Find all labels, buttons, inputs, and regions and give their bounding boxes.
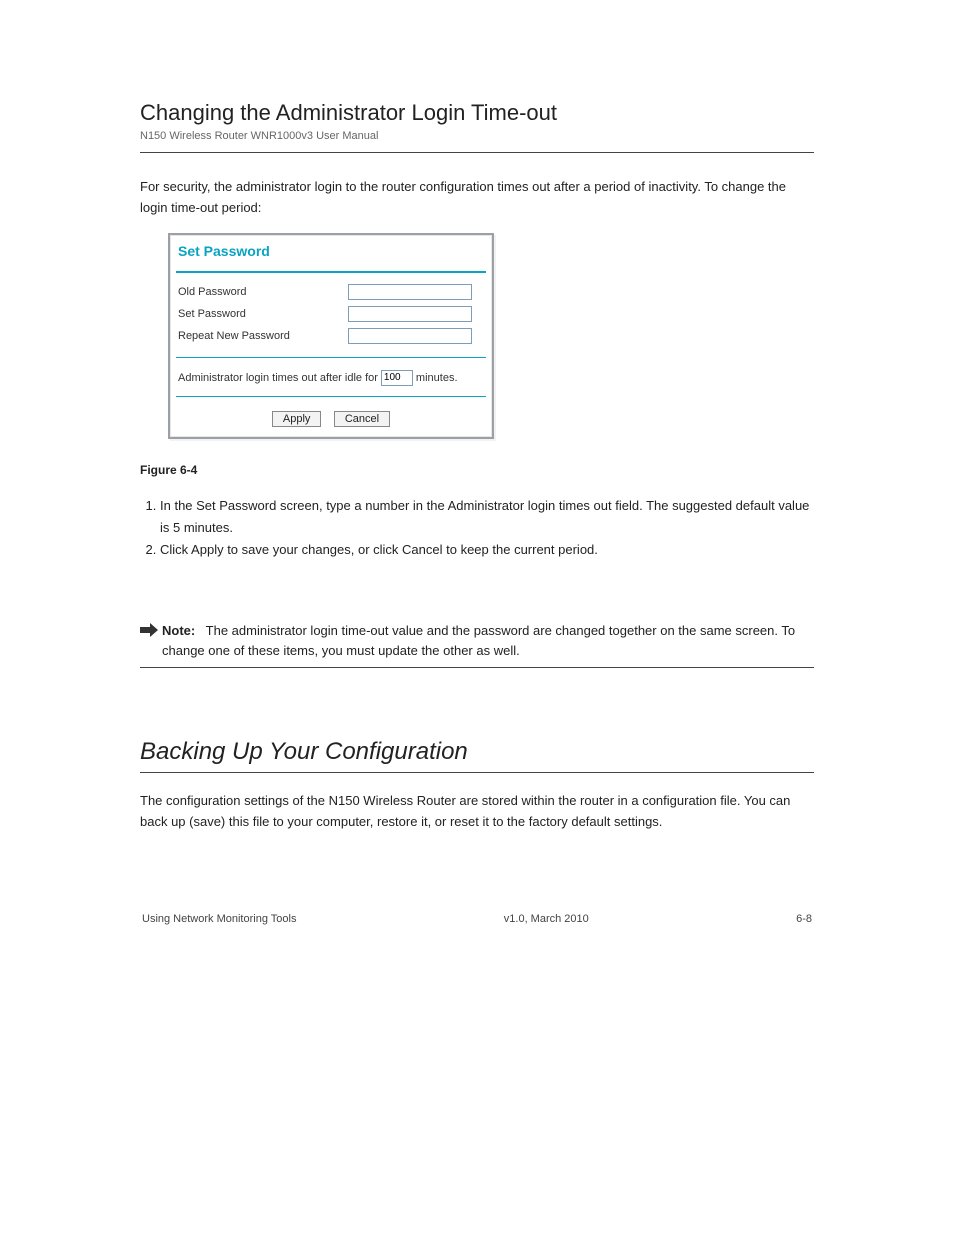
panel-title: Set Password — [176, 241, 486, 271]
set-password-label: Set Password — [178, 308, 348, 320]
repeat-password-input[interactable] — [348, 328, 472, 344]
cancel-button[interactable]: Cancel — [334, 411, 390, 427]
note-label: Note: — [162, 623, 201, 638]
note-rule — [140, 667, 814, 668]
footer-right: 6-8 — [796, 913, 812, 925]
header-rule — [140, 152, 814, 153]
set-password-panel: Set Password Old Password Set Password R… — [168, 233, 494, 439]
repeat-password-label: Repeat New Password — [178, 330, 348, 342]
page-title: Changing the Administrator Login Time-ou… — [140, 100, 814, 126]
footer-version: v1.0, March 2010 — [504, 913, 589, 925]
timeout-input[interactable] — [381, 370, 413, 386]
section-body: The configuration settings of the N150 W… — [140, 791, 814, 833]
old-password-label: Old Password — [178, 286, 348, 298]
note-text: The administrator login time-out value a… — [162, 623, 795, 658]
note-arrow-icon — [140, 621, 162, 637]
section-title: Backing Up Your Configuration — [140, 738, 814, 766]
timeout-suffix: minutes. — [416, 372, 458, 384]
section-rule — [140, 772, 814, 773]
apply-button[interactable]: Apply — [272, 411, 322, 427]
figure-caption: Figure 6-4 — [140, 463, 814, 477]
steps-list: In the Set Password screen, type a numbe… — [140, 495, 814, 561]
book-subheader: N150 Wireless Router WNR1000v3 User Manu… — [140, 130, 814, 142]
timeout-prefix: Administrator login times out after idle… — [178, 372, 378, 384]
step-1: In the Set Password screen, type a numbe… — [160, 495, 814, 539]
panel-divider-bottom — [176, 396, 486, 397]
set-password-input[interactable] — [348, 306, 472, 322]
old-password-input[interactable] — [348, 284, 472, 300]
intro-paragraph: For security, the administrator login to… — [140, 177, 814, 219]
panel-divider-mid — [176, 357, 486, 358]
panel-divider-top — [176, 271, 486, 273]
step-2: Click Apply to save your changes, or cli… — [160, 539, 814, 561]
footer-left: Using Network Monitoring Tools — [142, 913, 296, 925]
